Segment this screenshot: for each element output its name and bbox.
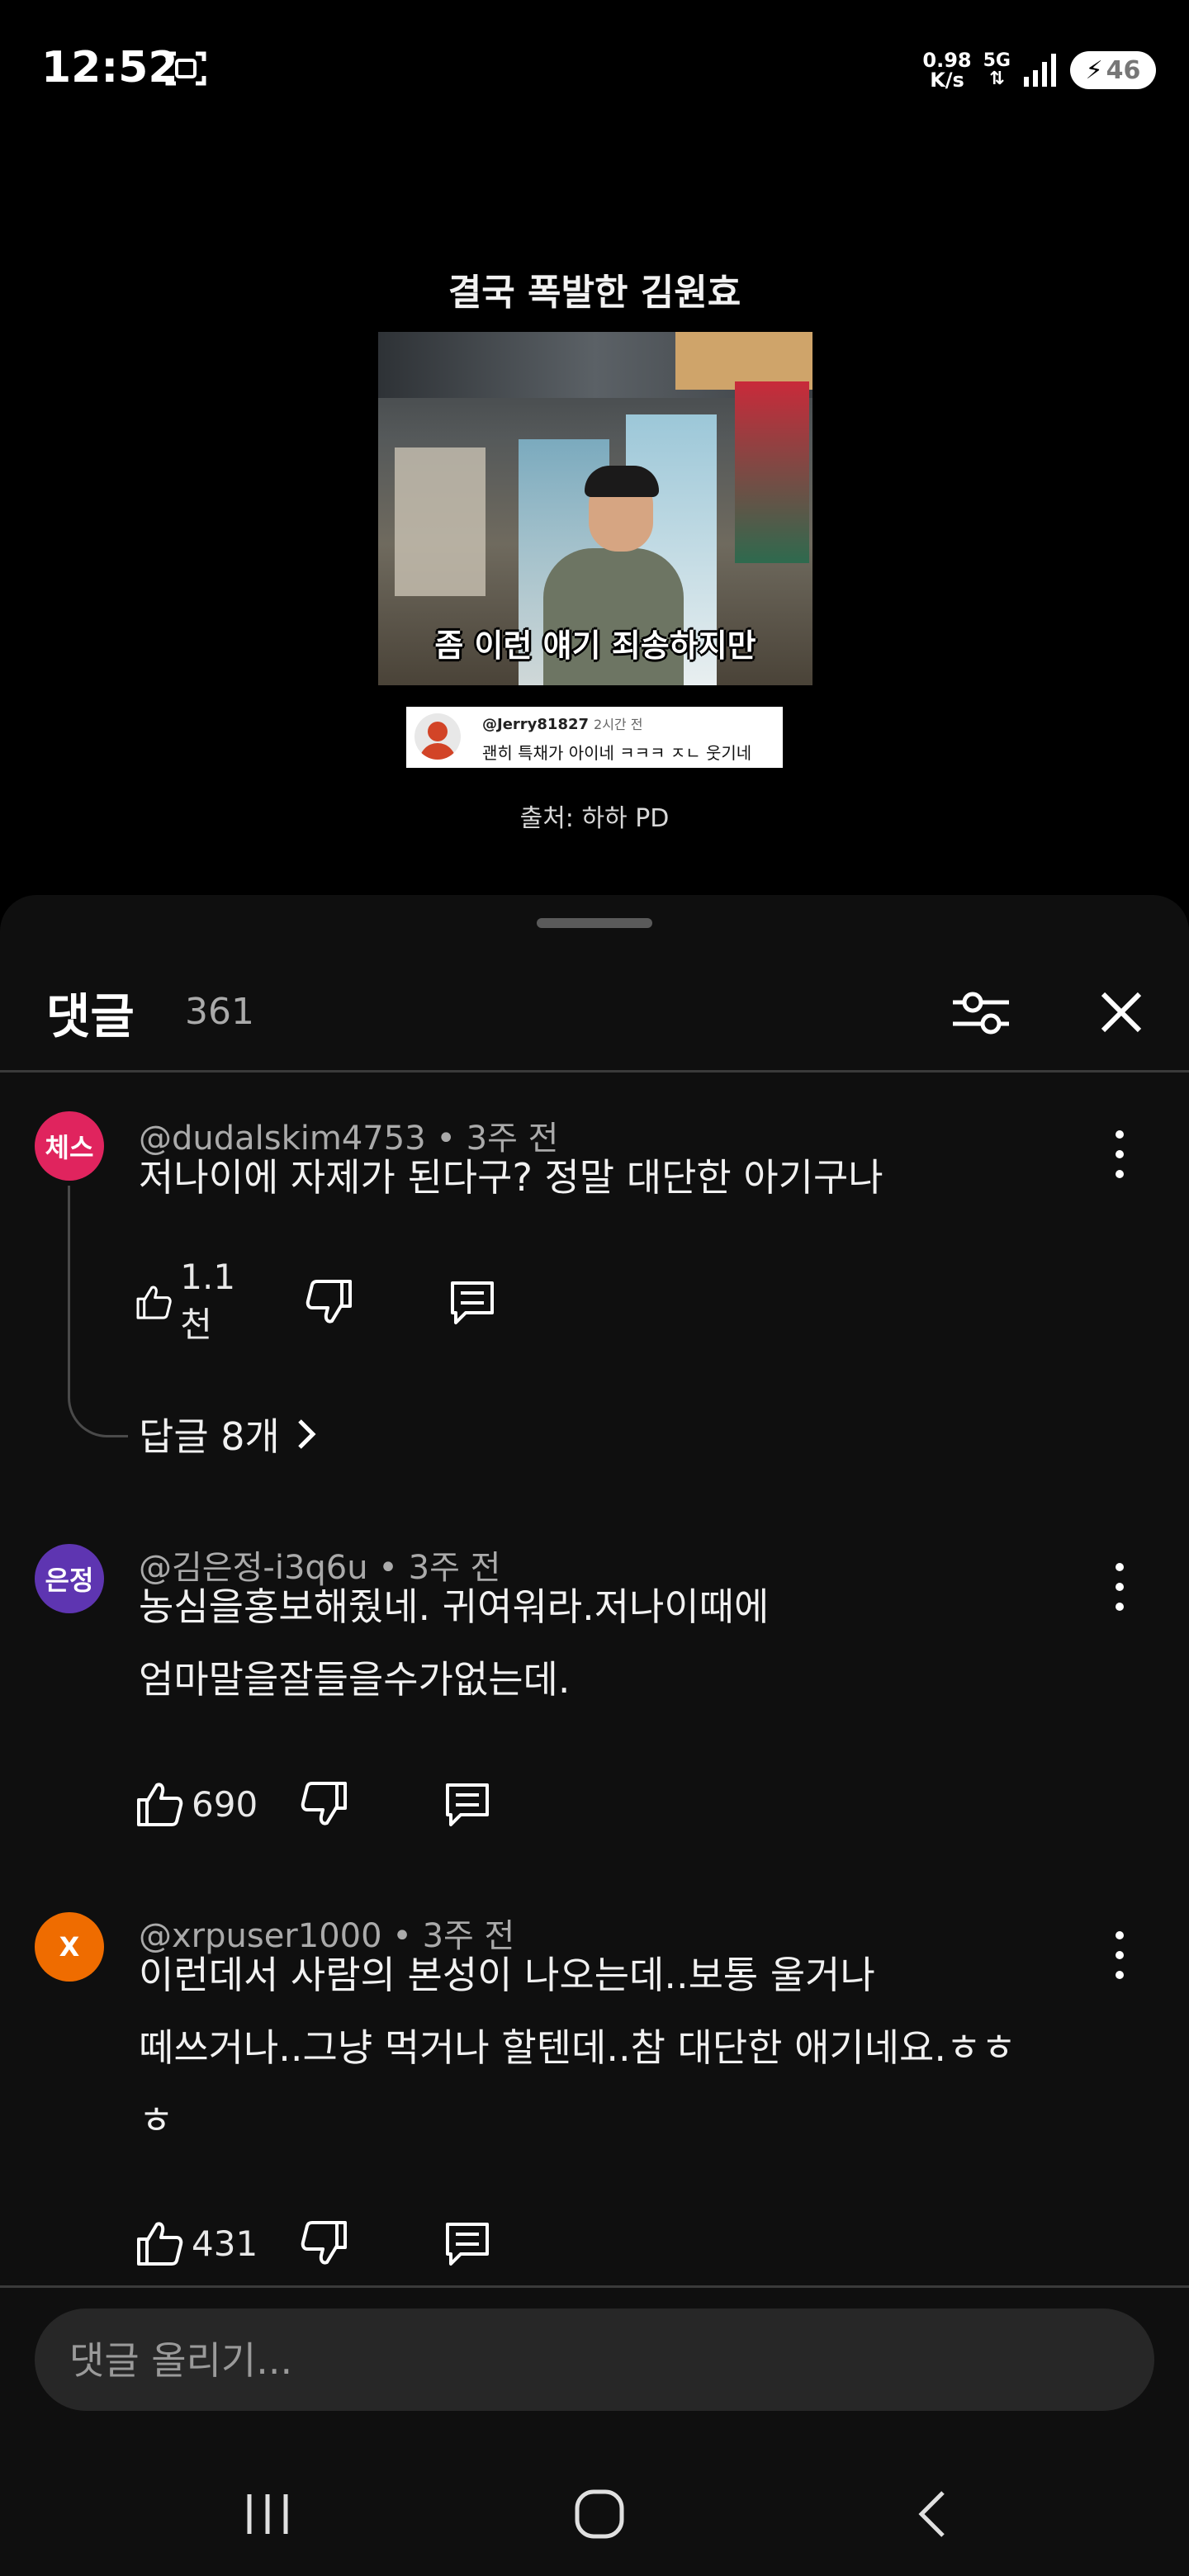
vertical-dots-icon[interactable] bbox=[1103, 1121, 1136, 1187]
avatar[interactable]: X bbox=[35, 1912, 104, 1982]
recents-button[interactable] bbox=[218, 2477, 317, 2551]
drag-handle[interactable] bbox=[537, 918, 652, 928]
reply-button[interactable] bbox=[443, 1775, 492, 1833]
network-speed: 0.98 K/s bbox=[922, 49, 972, 92]
like-count: 690 bbox=[192, 1783, 258, 1825]
thumbs-down-icon bbox=[301, 1782, 347, 1825]
comments-header: 댓글 361 bbox=[0, 961, 1189, 1068]
back-button[interactable] bbox=[882, 2477, 981, 2551]
avatar[interactable]: 은정 bbox=[35, 1544, 104, 1613]
avatar[interactable]: 체스 bbox=[35, 1111, 104, 1181]
chevron-right-icon bbox=[298, 1419, 316, 1449]
reply-button[interactable] bbox=[443, 2214, 492, 2272]
comments-count: 361 bbox=[185, 991, 254, 1033]
home-icon bbox=[575, 2489, 624, 2539]
view-replies-link[interactable]: 답글 8개 bbox=[139, 1407, 318, 1461]
thread-connector bbox=[68, 1186, 128, 1437]
dislike-button[interactable] bbox=[306, 1273, 353, 1331]
dislike-button[interactable] bbox=[301, 2214, 348, 2272]
home-button[interactable] bbox=[550, 2477, 649, 2551]
close-icon[interactable] bbox=[1088, 979, 1154, 1045]
comment-text: 이런데서 사람의 본성이 나오는데..보통 울거나 떼쓰거나..그냥 먹거나 할… bbox=[139, 1953, 1016, 2143]
thumbs-down-icon bbox=[306, 1280, 352, 1324]
comment-text: 농심을홍보해줬네. 귀여워라.저나이때에 엄마말을잘들을수가없는데. bbox=[139, 1584, 770, 1702]
vertical-dots-icon[interactable] bbox=[1103, 1922, 1136, 1988]
thumb-shelf bbox=[395, 447, 486, 596]
network-type-5g: 5G ⇅ bbox=[983, 50, 1011, 89]
dislike-button[interactable] bbox=[301, 1775, 348, 1833]
sliders-icon[interactable] bbox=[948, 979, 1014, 1045]
thumbs-up-icon bbox=[137, 2222, 183, 2266]
status-indicators: 0.98 K/s 5G ⇅ ⚡ 46 bbox=[922, 41, 1156, 99]
thumb-poster bbox=[735, 381, 809, 563]
video-thumbnail[interactable]: 좀 이런 얘기 죄송하지만 bbox=[378, 332, 812, 685]
reply-button[interactable] bbox=[448, 1273, 497, 1331]
thumbs-up-icon bbox=[137, 1783, 183, 1826]
comment-icon bbox=[446, 1783, 489, 1826]
comment-input[interactable] bbox=[68, 2308, 1120, 2413]
comment-icon bbox=[451, 1281, 494, 1324]
quoted-avatar bbox=[414, 713, 461, 760]
like-count: 431 bbox=[192, 2223, 258, 2264]
replies-count: 답글 8개 bbox=[139, 1414, 280, 1459]
like-button[interactable]: 690 bbox=[135, 1775, 258, 1833]
quoted-comment-card: @Jerry81827 2시간 전 괜히 특채가 아이네 ㅋㅋㅋ ㅈㄴ 웃기네 bbox=[406, 707, 783, 768]
like-button[interactable]: 431 bbox=[135, 2214, 258, 2272]
thumbs-down-icon bbox=[301, 2221, 347, 2265]
battery-indicator: ⚡ 46 bbox=[1070, 51, 1156, 89]
comment-input-box[interactable] bbox=[35, 2308, 1154, 2413]
like-button[interactable]: 1.1천 bbox=[135, 1257, 247, 1345]
quoted-time: 2시간 전 bbox=[594, 717, 643, 732]
quoted-user: @Jerry81827 2시간 전 bbox=[482, 716, 643, 733]
system-nav-bar bbox=[0, 2444, 1189, 2576]
status-bar: 12:52 0.98 K/s 5G ⇅ ⚡ 46 bbox=[0, 0, 1189, 132]
thumbs-up-icon bbox=[136, 1286, 172, 1319]
bolt-icon: ⚡ bbox=[1085, 55, 1103, 85]
header-divider bbox=[0, 1070, 1189, 1073]
back-icon bbox=[918, 2491, 945, 2537]
video-caption: 좀 이런 얘기 죄송하지만 bbox=[434, 627, 756, 664]
recents-icon bbox=[247, 2494, 288, 2534]
comment-text: 저나이에 자제가 된다구? 정말 대단한 아기구나 bbox=[139, 1155, 883, 1200]
comments-title: 댓글 bbox=[46, 988, 135, 1044]
video-title: 결국 폭발한 김원효 bbox=[448, 272, 741, 314]
vertical-dots-icon[interactable] bbox=[1103, 1554, 1136, 1620]
quoted-text: 괜히 특채가 아이네 ㅋㅋㅋ ㅈㄴ 웃기네 bbox=[482, 743, 752, 763]
video-source: 출처: 하하 PD bbox=[519, 804, 670, 833]
like-count: 1.1천 bbox=[180, 1257, 236, 1345]
comment-icon bbox=[446, 2223, 489, 2266]
screenshot-icon bbox=[165, 51, 206, 86]
input-divider bbox=[0, 2285, 1189, 2288]
signal-icon bbox=[1024, 54, 1056, 87]
status-time: 12:52 bbox=[41, 43, 178, 92]
